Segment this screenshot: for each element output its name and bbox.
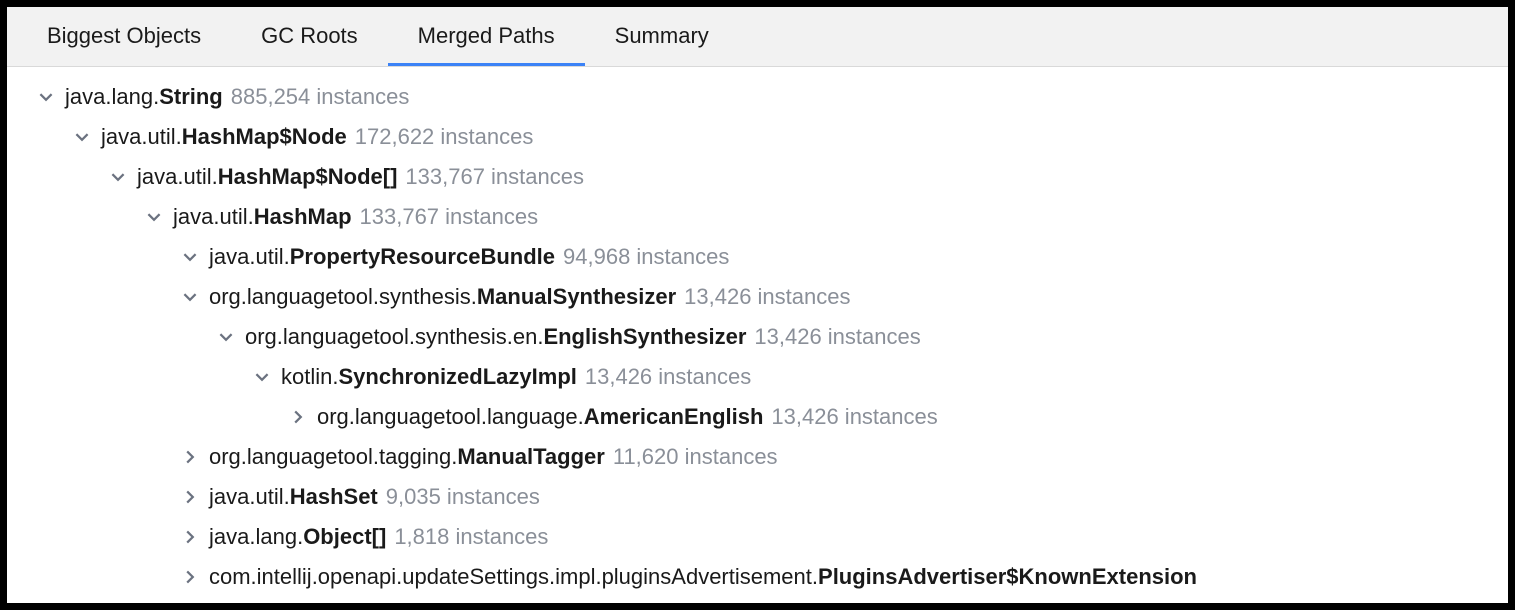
chevron-down-icon[interactable]	[179, 246, 201, 268]
class-label: AmericanEnglish	[584, 404, 764, 430]
package-label: org.languagetool.tagging.	[209, 444, 457, 470]
instance-count: 172,622 instances	[355, 124, 534, 150]
package-label: java.util.	[137, 164, 218, 190]
tab-merged-paths[interactable]: Merged Paths	[388, 7, 585, 66]
tree-row[interactable]: com.intellij.openapi.updateSettings.impl…	[7, 557, 1508, 597]
chevron-down-icon[interactable]	[143, 206, 165, 228]
class-label: String	[159, 84, 223, 110]
class-label: ManualTagger	[457, 444, 605, 470]
class-label: HashSet	[290, 484, 378, 510]
tree-row[interactable]: java.lang.Object[] 1,818 instances	[7, 517, 1508, 557]
chevron-down-icon[interactable]	[251, 366, 273, 388]
instance-count: 13,426 instances	[771, 404, 937, 430]
tree-row[interactable]: org.languagetool.synthesis.en.EnglishSyn…	[7, 317, 1508, 357]
tree-row[interactable]: java.util.PropertyResourceBundle 94,968 i…	[7, 237, 1508, 277]
class-label: EnglishSynthesizer	[543, 324, 746, 350]
instance-count: 1,818 instances	[394, 524, 548, 550]
class-label: HashMap	[254, 204, 352, 230]
chevron-down-icon[interactable]	[107, 166, 129, 188]
instance-count: 13,426 instances	[585, 364, 751, 390]
package-label: java.util.	[209, 244, 290, 270]
chevron-down-icon[interactable]	[71, 126, 93, 148]
profiler-window: Biggest Objects GC Roots Merged Paths Su…	[0, 0, 1515, 610]
merged-paths-tree: java.lang.String885,254 instances java.u…	[7, 67, 1508, 603]
class-label: SynchronizedLazyImpl	[338, 364, 576, 390]
instance-count: 13,426 instances	[684, 284, 850, 310]
chevron-down-icon[interactable]	[35, 86, 57, 108]
tab-gc-roots[interactable]: GC Roots	[231, 7, 388, 66]
tab-summary[interactable]: Summary	[585, 7, 739, 66]
tree-row[interactable]: java.lang.String 885,254 instances	[7, 77, 1508, 117]
package-label: java.util.	[101, 124, 182, 150]
class-label: ManualSynthesizer	[477, 284, 676, 310]
instance-count: 11,620 instances	[613, 444, 778, 470]
package-label: java.util.	[209, 484, 290, 510]
chevron-right-icon[interactable]	[179, 446, 201, 468]
chevron-down-icon[interactable]	[215, 326, 237, 348]
class-label: PropertyResourceBundle	[290, 244, 555, 270]
tree-row[interactable]: org.languagetool.synthesis.ManualSynthes…	[7, 277, 1508, 317]
instance-count: 133,767 instances	[405, 164, 584, 190]
package-label: kotlin.	[281, 364, 338, 390]
tab-biggest-objects[interactable]: Biggest Objects	[17, 7, 231, 66]
chevron-right-icon[interactable]	[179, 526, 201, 548]
tree-row[interactable]: java.util.HashMap 133,767 instances	[7, 197, 1508, 237]
instance-count: 9,035 instances	[386, 484, 540, 510]
class-label: PluginsAdvertiser$KnownExtension	[818, 564, 1197, 590]
instance-count: 13,426 instances	[754, 324, 920, 350]
package-label: org.languagetool.synthesis.en.	[245, 324, 543, 350]
package-label: java.util.	[173, 204, 254, 230]
class-label: Object[]	[303, 524, 386, 550]
tree-row[interactable]: java.util.HashSet 9,035 instances	[7, 477, 1508, 517]
package-label: com.intellij.openapi.updateSettings.impl…	[209, 564, 818, 590]
tree-row[interactable]: org.languagetool.tagging.ManualTagger 11,…	[7, 437, 1508, 477]
tab-bar: Biggest Objects GC Roots Merged Paths Su…	[7, 7, 1508, 67]
instance-count: 133,767 instances	[360, 204, 539, 230]
tree-row[interactable]: java.util.HashMap$Node[] 133,767 instance…	[7, 157, 1508, 197]
class-label: HashMap$Node[]	[218, 164, 398, 190]
chevron-down-icon[interactable]	[179, 286, 201, 308]
package-label: org.languagetool.language.	[317, 404, 584, 430]
chevron-right-icon[interactable]	[287, 406, 309, 428]
chevron-right-icon[interactable]	[179, 566, 201, 588]
tree-row[interactable]: kotlin.SynchronizedLazyImpl 13,426 instan…	[7, 357, 1508, 397]
class-label: HashMap$Node	[182, 124, 347, 150]
tree-row[interactable]: java.util.HashMap$Node 172,622 instances	[7, 117, 1508, 157]
tree-row[interactable]: org.languagetool.language.AmericanEnglis…	[7, 397, 1508, 437]
instance-count: 94,968 instances	[563, 244, 729, 270]
package-label: java.lang.	[65, 84, 159, 110]
instance-count: 885,254 instances	[231, 84, 410, 110]
package-label: org.languagetool.synthesis.	[209, 284, 477, 310]
chevron-right-icon[interactable]	[179, 486, 201, 508]
package-label: java.lang.	[209, 524, 303, 550]
